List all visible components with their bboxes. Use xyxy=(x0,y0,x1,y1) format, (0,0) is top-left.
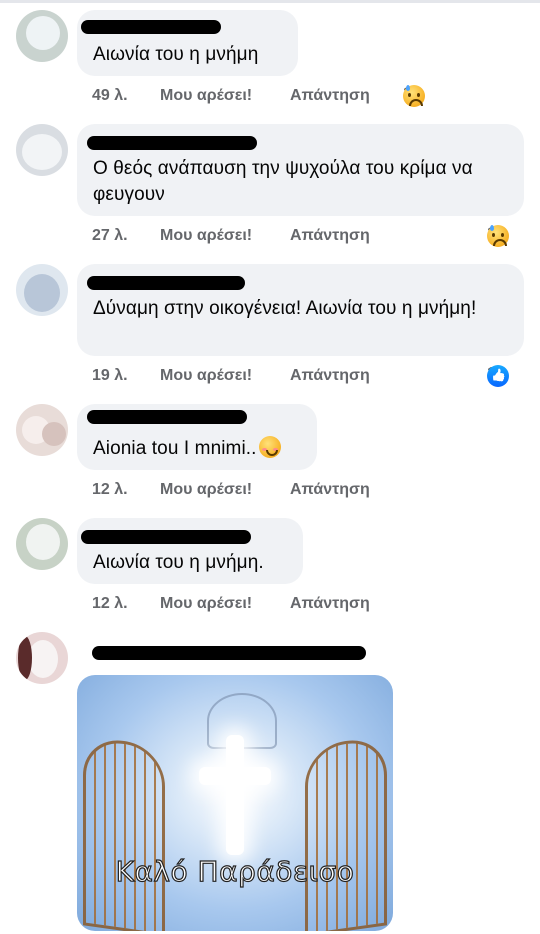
comment-text: Aionia tou I mnimi.. xyxy=(93,438,257,459)
comment-text: Δύναμη στην οικογένεια! Αιωνία του η μνή… xyxy=(93,298,477,319)
comment-time[interactable]: 27 λ. xyxy=(92,227,128,245)
avatar[interactable] xyxy=(16,264,68,316)
like-button[interactable]: Μου αρέσει! xyxy=(160,595,252,613)
avatar[interactable] xyxy=(16,404,68,456)
redacted-name xyxy=(81,20,221,34)
comment-time[interactable]: 12 λ. xyxy=(92,595,128,613)
avatar[interactable] xyxy=(16,124,68,176)
gate-left xyxy=(83,735,165,931)
comment-bubble: Αιωνία του η μνήμη. xyxy=(77,518,303,584)
comment-bubble: Aionia tou I mnimi.. xyxy=(77,404,317,470)
redacted-name xyxy=(92,646,366,660)
gif-attachment[interactable]: Καλό Παράδεισο xyxy=(77,675,393,931)
reply-button[interactable]: Απάντηση xyxy=(290,595,370,613)
comment-text-row: Aionia tou I mnimi.. xyxy=(93,436,303,462)
blushing-face-icon xyxy=(258,436,281,458)
comment-time[interactable]: 19 λ. xyxy=(92,367,128,385)
reply-button[interactable]: Απάντηση xyxy=(290,481,370,499)
comment-text: Αιωνία του η μνήμη. xyxy=(93,552,264,573)
avatar[interactable] xyxy=(16,632,68,684)
comment-actions: 49 λ. Μου αρέσει! Απάντηση 1 xyxy=(77,85,447,111)
redacted-name xyxy=(87,276,245,290)
comment-text: Αιωνία του η μνήμη xyxy=(93,44,259,65)
redacted-name xyxy=(87,136,257,150)
comment-bubble: Δύναμη στην οικογένεια! Αιωνία του η μνή… xyxy=(77,264,524,356)
comment-actions: 12 λ. Μου αρέσει! Απάντηση xyxy=(77,481,377,505)
reply-button[interactable]: Απάντηση xyxy=(290,227,370,245)
comment-actions: 19 λ. Μου αρέσει! Απάντηση 1 xyxy=(77,365,527,391)
gate-right xyxy=(305,735,387,931)
comment-text: Ο θεός ανάπαυση την ψυχούλα του κρίμα να… xyxy=(93,158,473,205)
avatar[interactable] xyxy=(16,518,68,570)
like-button[interactable]: Μου αρέσει! xyxy=(160,87,252,105)
cross xyxy=(226,735,244,855)
comment-bubble: Αιωνία του η μνήμη xyxy=(77,10,298,76)
image-caption: Καλό Παράδεισο xyxy=(115,854,355,888)
top-divider xyxy=(0,0,540,3)
redacted-name xyxy=(87,410,247,424)
comment-actions: 12 λ. Μου αρέσει! Απάντηση xyxy=(77,595,377,619)
reply-button[interactable]: Απάντηση xyxy=(290,87,370,105)
avatar[interactable] xyxy=(16,10,68,62)
comment-actions: 27 λ. Μου αρέσει! Απάντηση 1 xyxy=(77,225,527,251)
sad-icon xyxy=(487,225,509,247)
sad-icon xyxy=(403,85,425,107)
comment-time[interactable]: 12 λ. xyxy=(92,481,128,499)
redacted-name xyxy=(81,530,251,544)
like-icon xyxy=(487,365,509,387)
like-button[interactable]: Μου αρέσει! xyxy=(160,227,252,245)
comment-bubble: Ο θεός ανάπαυση την ψυχούλα του κρίμα να… xyxy=(77,124,524,216)
comment-time[interactable]: 49 λ. xyxy=(92,87,128,105)
like-button[interactable]: Μου αρέσει! xyxy=(160,481,252,499)
like-button[interactable]: Μου αρέσει! xyxy=(160,367,252,385)
reply-button[interactable]: Απάντηση xyxy=(290,367,370,385)
cross-bar xyxy=(199,767,271,785)
